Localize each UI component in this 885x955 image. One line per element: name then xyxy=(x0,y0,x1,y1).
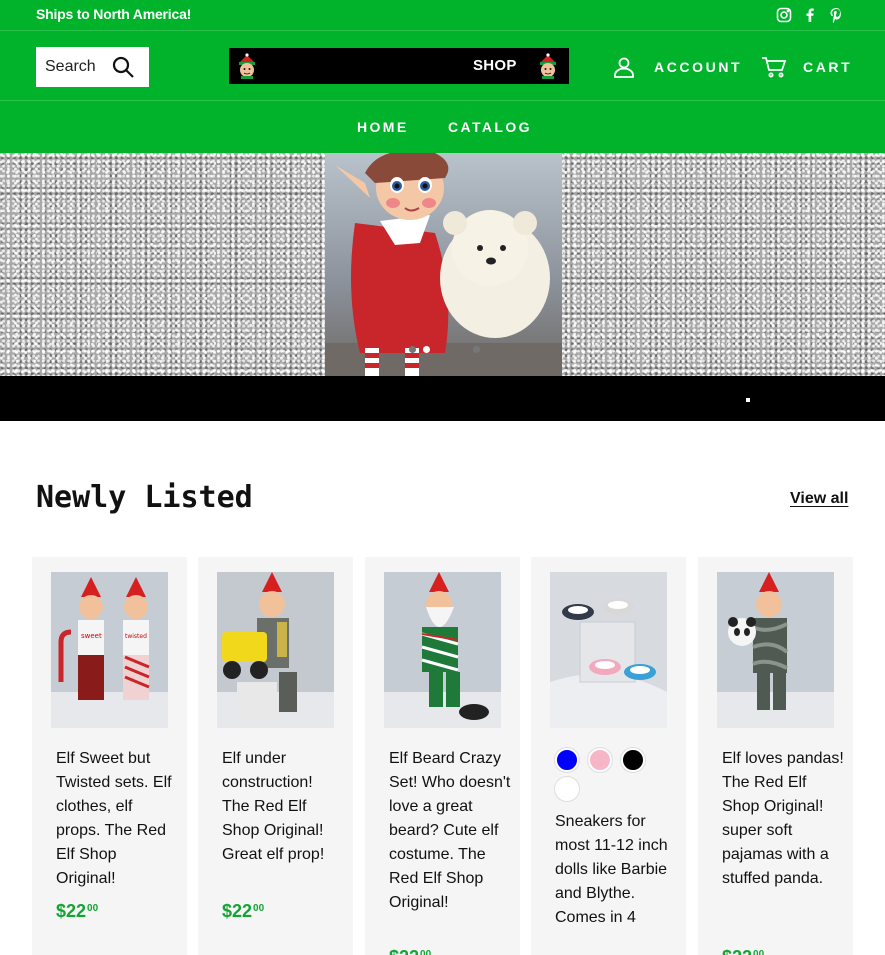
product-title[interactable]: Elf under construction! The Red Elf Shop… xyxy=(222,747,344,867)
cart-label: CART xyxy=(803,59,853,75)
instagram-icon[interactable] xyxy=(775,6,793,24)
hero-elf-photo xyxy=(325,153,562,376)
product-card[interactable]: sweet twisted Elf Sweet but Twisted sets… xyxy=(32,557,187,955)
color-swatch-black[interactable] xyxy=(621,748,645,772)
promo-dot xyxy=(746,398,750,402)
nav-item-catalog[interactable]: CATALOG xyxy=(448,119,532,135)
svg-text:twisted: twisted xyxy=(125,633,147,640)
promo-strip xyxy=(0,376,885,421)
product-card[interactable]: Elf Beard Crazy Set! Who doesn't love a … xyxy=(365,557,520,955)
elf-logo-icon xyxy=(239,53,255,79)
product-title[interactable]: Sneakers for most 11-12 inch dolls like … xyxy=(555,810,677,930)
product-title[interactable]: Elf loves pandas! The Red Elf Shop Origi… xyxy=(722,747,844,891)
announcement-bar: Ships to North America! xyxy=(0,0,885,30)
user-icon xyxy=(614,57,634,78)
slide-dot[interactable] xyxy=(473,346,480,353)
cart-icon xyxy=(762,57,787,78)
product-image[interactable] xyxy=(550,572,667,728)
product-image[interactable] xyxy=(217,572,334,728)
product-title[interactable]: Elf Sweet but Twisted sets. Elf clothes,… xyxy=(56,747,178,891)
product-image[interactable]: sweet twisted xyxy=(51,572,168,728)
product-title[interactable]: Elf Beard Crazy Set! Who doesn't love a … xyxy=(389,747,511,915)
product-card[interactable]: Elf under construction! The Red Elf Shop… xyxy=(198,557,353,955)
search-input[interactable] xyxy=(45,58,109,76)
logo-text: SHOP xyxy=(473,57,517,74)
nav-item-home[interactable]: HOME xyxy=(357,119,409,135)
product-price: $2200 xyxy=(389,947,432,955)
color-swatch-blue[interactable] xyxy=(555,748,579,772)
product-price: $2200 xyxy=(56,901,99,921)
svg-text:sweet: sweet xyxy=(81,632,102,640)
search-icon[interactable] xyxy=(111,55,135,79)
account-link[interactable]: ACCOUNT xyxy=(612,53,742,81)
product-card[interactable]: Elf loves pandas! The Red Elf Shop Origi… xyxy=(698,557,853,955)
elf-logo-icon xyxy=(540,53,556,79)
site-header: SHOP ACCOUNT CART xyxy=(0,30,885,101)
slide-dot-active[interactable] xyxy=(423,346,430,353)
color-swatch-pink[interactable] xyxy=(588,748,612,772)
hero-slideshow[interactable] xyxy=(0,153,885,376)
facebook-icon[interactable] xyxy=(801,6,819,24)
color-swatch-white[interactable] xyxy=(555,777,579,801)
product-price: $2200 xyxy=(222,901,265,921)
site-logo[interactable]: SHOP xyxy=(229,48,569,84)
main-nav: HOME CATALOG xyxy=(0,101,885,153)
product-price: $2200 xyxy=(722,947,765,955)
pinterest-icon[interactable] xyxy=(827,6,845,24)
product-image[interactable] xyxy=(717,572,834,728)
announcement-text: Ships to North America! xyxy=(36,6,192,22)
section-title: Newly Listed xyxy=(36,480,253,515)
search-box xyxy=(36,47,149,87)
account-label: ACCOUNT xyxy=(654,59,743,75)
cart-link[interactable]: CART xyxy=(761,53,852,81)
view-all-link[interactable]: View all xyxy=(790,490,848,508)
slide-dot[interactable] xyxy=(409,346,416,353)
product-image[interactable] xyxy=(384,572,501,728)
product-card[interactable]: Sneakers for most 11-12 inch dolls like … xyxy=(531,557,686,955)
